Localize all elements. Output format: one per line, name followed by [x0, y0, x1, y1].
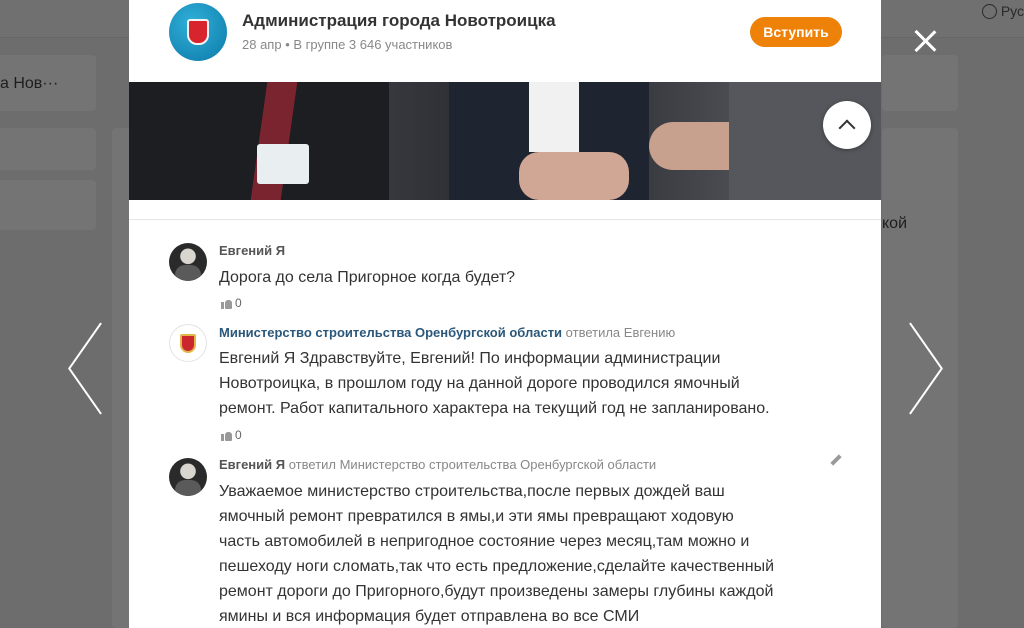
photo-hands	[519, 152, 629, 200]
background-card	[882, 55, 958, 111]
modal-header: Администрация города Новотроицка 28 апр …	[129, 0, 881, 82]
chevron-up-icon	[838, 119, 856, 137]
close-icon[interactable]	[912, 28, 938, 54]
photo-badge	[257, 144, 309, 184]
post-date: 28 апр	[242, 37, 282, 52]
language-switcher[interactable]: Рус	[981, 3, 1024, 19]
thumb-up-icon	[221, 430, 232, 441]
comment-text: Дорога до села Пригорное когда будет?	[219, 269, 516, 286]
globe-icon	[981, 3, 997, 19]
avatar[interactable]	[169, 324, 207, 362]
comment-text: Уважаемое министерство строительства,пос…	[219, 483, 774, 625]
background-card	[0, 128, 96, 170]
avatar[interactable]	[169, 243, 207, 281]
like-button[interactable]: 0	[221, 296, 242, 310]
scroll-up-button[interactable]	[823, 101, 871, 149]
comment-author[interactable]: Министерство строительства Оренбургской …	[219, 325, 562, 340]
like-button[interactable]: 0	[221, 428, 242, 442]
photo-shirt	[529, 82, 579, 152]
group-meta: 28 апр • В группе 3 646 участников	[242, 37, 452, 52]
comment-header: Министерство строительства Оренбургской …	[219, 325, 675, 340]
chevron-right-icon[interactable]	[905, 320, 945, 416]
comment-header: Евгений Я ответил Министерство строитель…	[219, 457, 656, 472]
post-photo[interactable]	[129, 82, 881, 200]
language-label: Рус	[1000, 3, 1024, 19]
group-avatar[interactable]	[169, 3, 227, 61]
coat-of-arms-icon	[180, 333, 196, 353]
background-card	[0, 180, 96, 230]
thumb-up-icon	[221, 298, 232, 309]
join-button[interactable]: Вступить	[750, 17, 842, 47]
post-modal: Администрация города Новотроицка 28 апр …	[129, 0, 881, 628]
background-text-left: а Нов···	[0, 75, 59, 92]
pencil-icon[interactable]	[830, 454, 842, 466]
reply-info: ответил Министерство строительства Оренб…	[288, 457, 657, 472]
coat-of-arms-icon	[187, 19, 209, 45]
divider	[129, 219, 881, 220]
comment-header: Евгений Я	[219, 243, 285, 258]
reply-info: ответила Евгению	[565, 325, 676, 340]
background-text-right: кой	[882, 215, 908, 232]
comment-author[interactable]: Евгений Я	[219, 457, 285, 472]
like-count: 0	[235, 428, 242, 442]
group-title[interactable]: Администрация города Новотроицка	[242, 11, 556, 31]
chevron-left-icon[interactable]	[66, 320, 106, 416]
like-count: 0	[235, 296, 242, 310]
avatar[interactable]	[169, 458, 207, 496]
group-members: В группе 3 646 участников	[293, 37, 453, 52]
comment-text: Евгений Я Здравствуйте, Евгений! По инфо…	[219, 350, 770, 417]
comment-author[interactable]: Евгений Я	[219, 243, 285, 258]
